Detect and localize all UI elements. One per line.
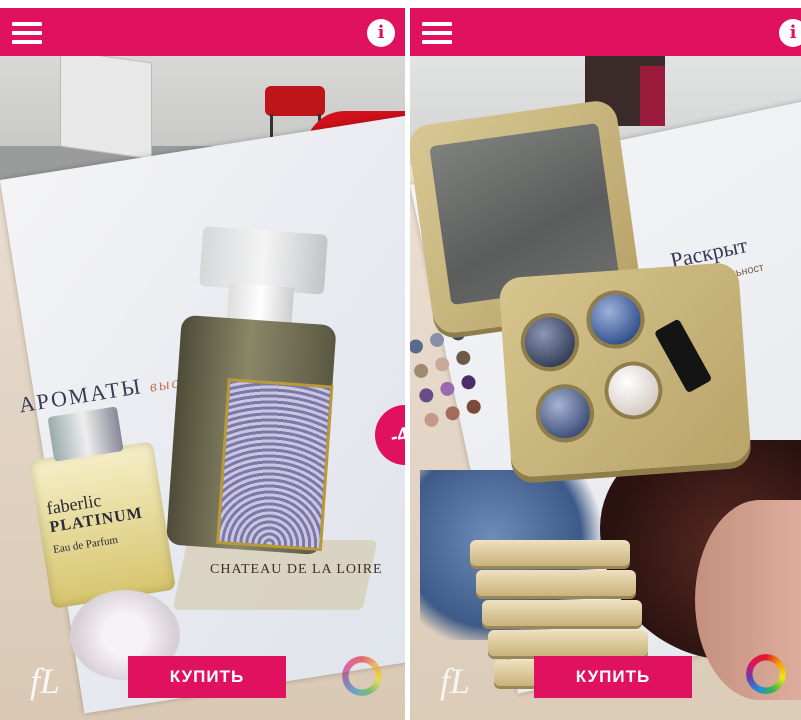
top-app-bar: i [0,0,405,56]
ar-perfume-bottle [165,226,339,556]
faberlic-logo: fL [440,661,471,701]
buy-button[interactable]: КУПИТЬ [128,656,286,698]
eyeshadow-pan [518,311,581,374]
buy-button[interactable]: КУПИТЬ [534,656,692,698]
magazine-perfume-bottle: faberlic PLATINUM Eau de Parfum [29,406,176,609]
top-app-bar: i [410,0,801,56]
ar-bottle-decor-panel [216,378,334,552]
faberlic-logo: fL [30,661,61,701]
info-icon[interactable]: i [367,19,395,47]
ar-eyeshadow-palette [498,261,752,479]
screenshot-pair: i АРОМАТЫ высше faberlic PLATINUM Eau de… [0,0,801,720]
applicator-brush [653,318,713,394]
ar-bottle-cap [199,226,328,295]
bottle-label: faberlic PLATINUM Eau de Parfum [45,484,147,558]
bottle-cap [47,406,124,462]
hamburger-menu-icon[interactable] [422,22,452,44]
ar-base-label: CHATEAU DE LA LOIRE [210,562,383,577]
color-wheel-icon[interactable] [342,656,382,696]
eyeshadow-pan [584,288,647,351]
ar-screen-perfume: i АРОМАТЫ высше faberlic PLATINUM Eau de… [0,0,405,720]
background-box [640,66,665,126]
background-door [60,56,152,160]
hamburger-menu-icon[interactable] [12,22,42,44]
bottle-sub: Eau de Parfum [52,533,119,556]
eyeshadow-pan [533,382,596,445]
info-icon[interactable]: i [779,19,801,47]
ar-screen-eyeshadow: i Раскрыт выразительност [410,0,801,720]
color-wheel-icon[interactable] [746,654,786,694]
background-chair [265,86,325,116]
eyeshadow-pan [602,359,665,422]
